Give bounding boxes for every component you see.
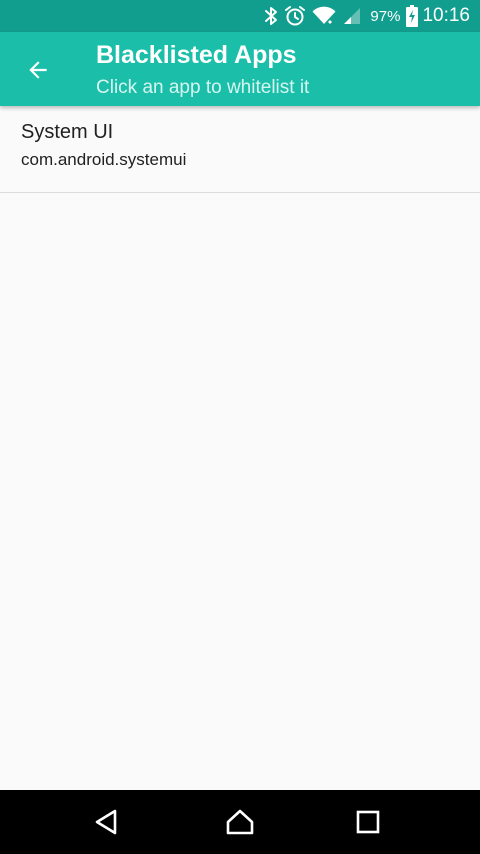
app-bar: Blacklisted Apps Click an app to whiteli… — [0, 32, 480, 106]
signal-icon — [342, 0, 362, 32]
back-triangle-icon — [95, 809, 117, 835]
clock: 10:16 — [422, 5, 470, 26]
list-item[interactable]: System UI com.android.systemui — [0, 106, 480, 193]
app-list: System UI com.android.systemui — [0, 106, 480, 193]
arrow-back-icon — [29, 61, 47, 79]
nav-back-button[interactable] — [84, 800, 128, 844]
status-bar: 97% 10:16 — [0, 0, 480, 32]
nav-home-button[interactable] — [218, 800, 262, 844]
wifi-icon — [312, 0, 336, 32]
page-title: Blacklisted Apps — [96, 41, 297, 69]
recents-square-icon — [356, 810, 380, 834]
package-name: com.android.systemui — [21, 150, 187, 169]
battery-charging-icon — [406, 0, 419, 32]
nav-recents-button[interactable] — [346, 800, 390, 844]
battery-percent: 97% — [370, 7, 401, 25]
bluetooth-icon — [264, 0, 278, 32]
back-button[interactable] — [18, 50, 58, 90]
alarm-icon — [284, 0, 306, 32]
home-icon — [226, 809, 254, 835]
page-subtitle: Click an app to whitelist it — [96, 77, 310, 98]
navigation-bar — [0, 790, 480, 854]
app-name: System UI — [21, 121, 114, 143]
